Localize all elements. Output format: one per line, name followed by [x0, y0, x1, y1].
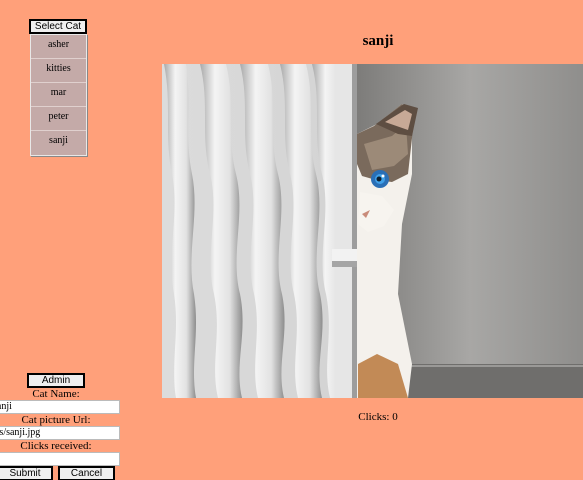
- select-cat-button[interactable]: Select Cat: [29, 19, 87, 34]
- cat-photo[interactable]: [162, 64, 583, 398]
- submit-button[interactable]: Submit: [0, 466, 53, 480]
- cat-url-input[interactable]: images/sanji.jpg: [0, 426, 120, 440]
- admin-button[interactable]: Admin: [27, 373, 85, 388]
- clicks-received-label: Clicks received:: [20, 440, 92, 452]
- cat-name-heading: sanji: [362, 33, 394, 49]
- cat-name-input[interactable]: sanji: [0, 400, 120, 414]
- clicks-received-input[interactable]: [0, 452, 120, 466]
- cat-photo-illustration: [162, 64, 583, 398]
- cat-list: asher kitties mar peter sanji: [30, 34, 87, 156]
- cat-name-label: Cat Name:: [32, 388, 80, 400]
- cat-list-item-peter[interactable]: peter: [31, 107, 86, 131]
- cat-clicker-app: Select Cat asher kitties mar peter sanji…: [0, 0, 583, 480]
- cat-list-item-mar[interactable]: mar: [31, 83, 86, 107]
- cancel-button[interactable]: Cancel: [58, 466, 115, 480]
- cat-list-item-sanji[interactable]: sanji: [31, 131, 86, 155]
- cat-list-item-kitties[interactable]: kitties: [31, 59, 86, 83]
- cat-url-label: Cat picture Url:: [21, 414, 91, 426]
- cat-list-item-asher[interactable]: asher: [31, 35, 86, 59]
- click-counter: Clicks: 0: [358, 411, 398, 423]
